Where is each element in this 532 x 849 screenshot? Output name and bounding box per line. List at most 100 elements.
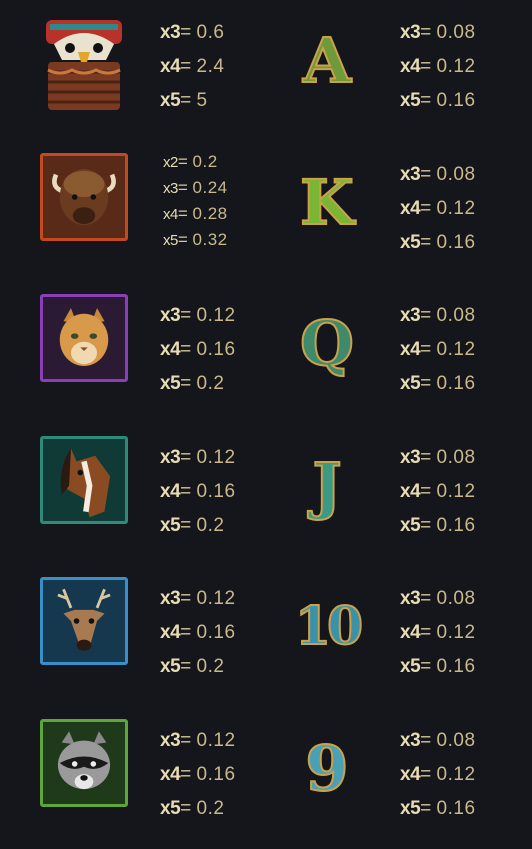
pay-line: x5= 0.16: [400, 226, 476, 260]
multiplier: x4: [160, 763, 181, 785]
multiplier: x5: [160, 373, 181, 394]
multiplier: x4: [163, 205, 178, 223]
pay-line: x4= 0.12: [400, 50, 476, 84]
payout-value: 0.08: [436, 446, 476, 468]
equals-sign: =: [420, 231, 432, 253]
payout-value: 0.12: [196, 588, 236, 609]
equals-sign: =: [420, 373, 432, 394]
card-symbol-9: 9: [304, 731, 349, 806]
equals-sign: =: [420, 797, 432, 819]
payout-value: 0.24: [192, 177, 228, 197]
paytable-row-horse: x3= 0.12 x4= 0.16 x5= 0.2 Jx3= 0.08 x4= 0.12…: [0, 425, 532, 566]
pay-line: x4= 0.12: [400, 192, 476, 226]
pay-line: x3= 0.12: [160, 299, 236, 333]
pay-line: x5= 0.2: [160, 650, 236, 684]
payout-value: 0.28: [192, 203, 228, 223]
symbol-pay-list: x2= 0.2 x3= 0.24 x4= 0.28 x5= 0.32: [163, 149, 228, 253]
pay-line: x3= 0.24: [163, 175, 228, 201]
paytable-row-bison: x2= 0.2 x3= 0.24 x4= 0.28 x5= 0.32 Kx3= 0.08…: [0, 142, 532, 283]
card-pay-list: x3= 0.08 x4= 0.12 x5= 0.16: [400, 724, 476, 826]
equals-sign: =: [420, 22, 432, 43]
equals-sign: =: [180, 339, 192, 360]
pay-line: x4= 0.12: [400, 758, 476, 792]
multiplier: x4: [400, 56, 421, 77]
equals-sign: =: [420, 588, 432, 609]
multiplier: x3: [160, 729, 181, 751]
payout-value: 0.16: [196, 339, 236, 360]
pay-line: x5= 0.32: [163, 227, 228, 253]
equals-sign: =: [420, 656, 432, 677]
multiplier: x5: [160, 514, 181, 536]
payout-value: 0.16: [196, 480, 236, 502]
payout-value: 0.16: [436, 231, 476, 253]
payout-value: 0.08: [436, 305, 476, 326]
multiplier: x5: [160, 90, 181, 111]
payout-value: 0.16: [436, 373, 476, 394]
payout-value: 0.2: [196, 656, 225, 677]
pay-line: x3= 0.12: [160, 724, 236, 758]
payout-value: 0.12: [436, 339, 476, 360]
multiplier: x5: [400, 90, 421, 111]
payout-value: 0.16: [436, 797, 476, 819]
payout-value: 0.16: [436, 514, 476, 536]
equals-sign: =: [177, 229, 188, 249]
payout-value: 0.16: [436, 656, 476, 677]
equals-sign: =: [180, 480, 192, 502]
pay-line: x4= 0.28: [163, 201, 228, 227]
pay-line: x4= 0.16: [160, 475, 236, 509]
pay-line: x3= 0.08: [400, 299, 476, 333]
payout-value: 0.12: [196, 305, 236, 326]
pay-line: x4= 0.12: [400, 616, 476, 650]
multiplier: x3: [160, 305, 181, 326]
payout-value: 5: [196, 90, 208, 111]
pay-line: x2= 0.2: [163, 149, 228, 175]
equals-sign: =: [420, 305, 432, 326]
equals-sign: =: [420, 163, 432, 185]
equals-sign: =: [420, 729, 432, 751]
multiplier: x5: [160, 797, 181, 819]
payout-value: 0.12: [196, 729, 236, 751]
payout-value: 0.32: [192, 229, 228, 249]
pay-line: x5= 0.16: [400, 84, 476, 118]
pay-line: x4= 0.12: [400, 333, 476, 367]
equals-sign: =: [420, 56, 432, 77]
payout-value: 0.6: [196, 22, 225, 43]
card-pay-list: x3= 0.08 x4= 0.12 x5= 0.16: [400, 582, 476, 684]
payout-value: 0.12: [436, 56, 476, 77]
equals-sign: =: [180, 305, 192, 326]
symbol-pay-list: x3= 0.12 x4= 0.16 x5= 0.2: [160, 582, 236, 684]
payout-value: 0.2: [196, 373, 225, 394]
payout-value: 0.12: [436, 763, 476, 785]
equals-sign: =: [420, 514, 432, 536]
equals-sign: =: [180, 373, 192, 394]
equals-sign: =: [420, 622, 432, 643]
payout-value: 0.2: [192, 151, 218, 171]
equals-sign: =: [177, 177, 188, 197]
pay-line: x4= 0.16: [160, 758, 236, 792]
card-symbol-k: K: [299, 165, 355, 240]
multiplier: x5: [400, 231, 421, 253]
card-symbol-10: 10: [294, 595, 364, 658]
equals-sign: =: [177, 151, 188, 171]
equals-sign: =: [177, 203, 188, 223]
payout-value: 0.16: [196, 622, 236, 643]
multiplier: x4: [160, 622, 181, 643]
multiplier: x3: [400, 588, 421, 609]
pay-line: x5= 0.2: [160, 367, 236, 401]
pay-line: x5= 0.16: [400, 792, 476, 826]
paytable-row-totem-eagle: x3= 0.6 x4= 2.4 x5= 5 Ax3= 0.08 x4= 0.12 x5= …: [0, 0, 532, 141]
symbol-pay-list: x3= 0.12 x4= 0.16 x5= 0.2: [160, 299, 236, 401]
multiplier: x4: [400, 197, 421, 219]
equals-sign: =: [180, 656, 192, 677]
pay-line: x4= 0.12: [400, 475, 476, 509]
multiplier: x4: [400, 763, 421, 785]
cougar-icon: [40, 294, 128, 382]
multiplier: x5: [160, 656, 181, 677]
symbol-pay-list: x3= 0.6 x4= 2.4 x5= 5: [160, 16, 224, 118]
multiplier: x2: [163, 153, 178, 171]
card-pay-list: x3= 0.08 x4= 0.12 x5= 0.16: [400, 16, 476, 118]
pay-line: x4= 2.4: [160, 50, 224, 84]
pay-line: x5= 5: [160, 84, 224, 118]
pay-line: x3= 0.08: [400, 582, 476, 616]
multiplier: x5: [400, 797, 421, 819]
